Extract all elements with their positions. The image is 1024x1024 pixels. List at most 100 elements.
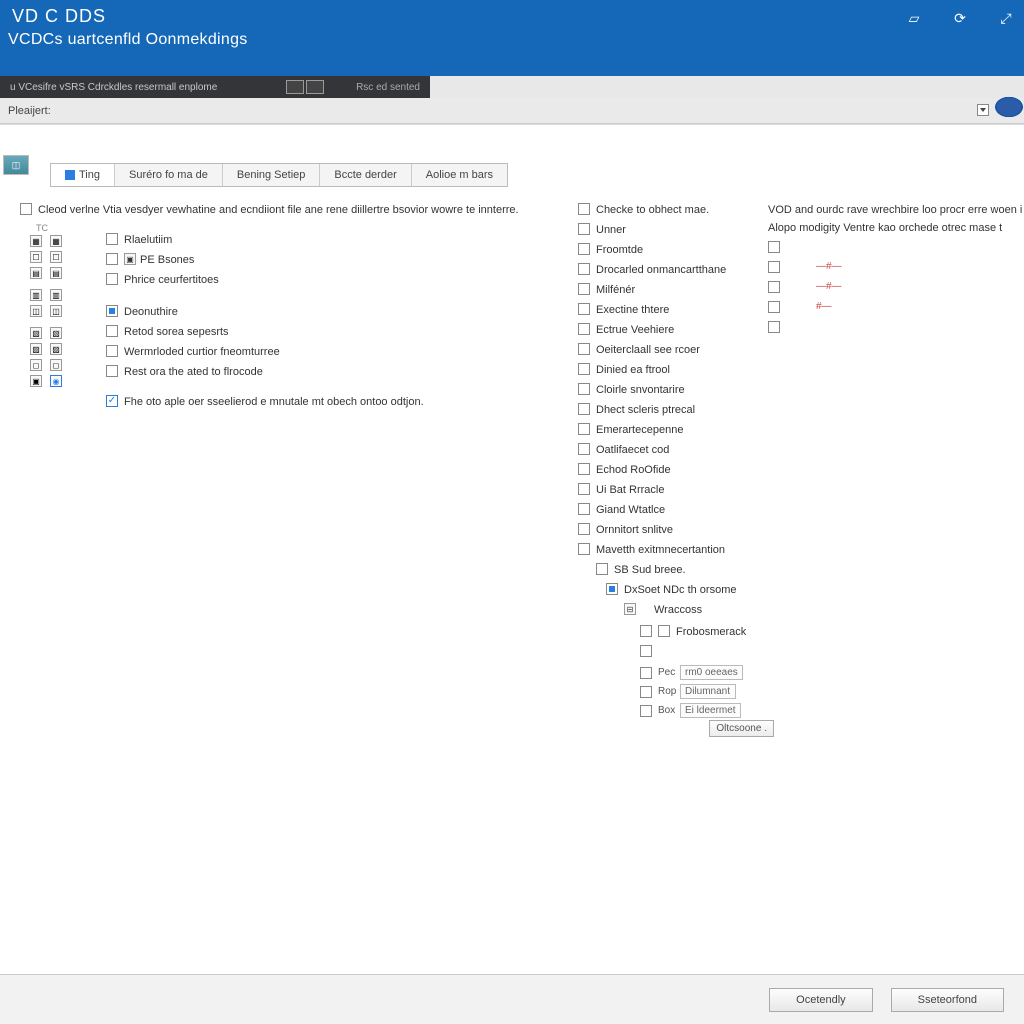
strip-icon[interactable]: ▧ bbox=[50, 327, 62, 339]
checkbox[interactable] bbox=[578, 343, 590, 355]
tab-label: Ting bbox=[79, 169, 100, 181]
strip-icon[interactable]: ◫ bbox=[50, 305, 62, 317]
field-input[interactable]: Dilumnant bbox=[680, 684, 736, 699]
checkbox[interactable] bbox=[578, 223, 590, 235]
sub-button[interactable]: Oltcsoone . bbox=[709, 720, 774, 737]
expand-icon[interactable]: ⤢ bbox=[998, 10, 1014, 26]
refresh-icon[interactable]: ⟳ bbox=[952, 10, 968, 26]
field-input[interactable]: rm0 oeeaes bbox=[680, 665, 743, 680]
strip-icon[interactable]: ◻ bbox=[30, 359, 42, 371]
checkbox[interactable] bbox=[578, 403, 590, 415]
tab-0[interactable]: Ting bbox=[51, 164, 115, 186]
checkbox[interactable] bbox=[578, 483, 590, 495]
checkbox[interactable] bbox=[106, 345, 118, 357]
tab-active-icon bbox=[65, 170, 75, 180]
strip-icon[interactable]: ◻ bbox=[50, 359, 62, 371]
checkbox[interactable] bbox=[578, 243, 590, 255]
tab-label: Aolioe m bars bbox=[426, 169, 493, 181]
item-label: Wermrloded curtior fneomturree bbox=[124, 345, 280, 359]
strip-icon[interactable]: ▣ bbox=[30, 375, 42, 387]
app-title: VD C DDS bbox=[0, 0, 1024, 27]
strip-icon[interactable]: ☐ bbox=[30, 251, 42, 263]
checkbox[interactable] bbox=[106, 365, 118, 377]
checkbox[interactable] bbox=[768, 241, 780, 253]
checkbox[interactable] bbox=[640, 705, 652, 717]
side-tool-icon[interactable]: ◫ bbox=[3, 155, 29, 175]
checkbox[interactable] bbox=[578, 523, 590, 535]
tab-1[interactable]: Suréro fo ma de bbox=[115, 164, 223, 186]
checkbox[interactable] bbox=[658, 625, 670, 637]
strip-icon[interactable]: ◉ bbox=[50, 375, 62, 387]
field-input[interactable]: Ei ldeermet bbox=[680, 703, 741, 718]
checkbox[interactable] bbox=[768, 281, 780, 293]
checkbox[interactable] bbox=[578, 383, 590, 395]
checkbox[interactable] bbox=[578, 463, 590, 475]
checkbox[interactable] bbox=[578, 303, 590, 315]
field-label: Pec bbox=[658, 667, 680, 678]
tab-4[interactable]: Aolioe m bars bbox=[412, 164, 507, 186]
strip-icon[interactable]: ▨ bbox=[30, 343, 42, 355]
checkbox[interactable] bbox=[578, 503, 590, 515]
checkbox[interactable] bbox=[578, 263, 590, 275]
checkbox[interactable] bbox=[768, 261, 780, 273]
checkbox[interactable] bbox=[596, 563, 608, 575]
checkbox[interactable] bbox=[106, 253, 118, 265]
tab-3[interactable]: Bccte derder bbox=[320, 164, 411, 186]
tab-strip-box[interactable] bbox=[286, 80, 304, 94]
tab-strip-box[interactable] bbox=[306, 80, 324, 94]
checkbox[interactable] bbox=[578, 323, 590, 335]
checkbox[interactable] bbox=[578, 543, 590, 555]
footer-button-primary[interactable]: Ocetendly bbox=[769, 988, 873, 1012]
checkbox[interactable] bbox=[640, 625, 652, 637]
dropdown-icon[interactable] bbox=[977, 104, 989, 116]
strip-icon[interactable]: ▥ bbox=[50, 289, 62, 301]
strip-icon[interactable]: ▤ bbox=[50, 267, 62, 279]
column-middle: Checke to obhect mae. UnnerFroomtdeDroca… bbox=[578, 203, 778, 734]
checkbox[interactable] bbox=[20, 203, 32, 215]
strip-icon[interactable]: ◫ bbox=[30, 305, 42, 317]
checkbox[interactable] bbox=[768, 321, 780, 333]
checkbox[interactable] bbox=[640, 645, 652, 657]
checkbox[interactable] bbox=[578, 423, 590, 435]
checkbox[interactable] bbox=[106, 305, 118, 317]
sub-label: Wraccoss bbox=[654, 603, 702, 617]
strip-icon[interactable]: ▨ bbox=[50, 343, 62, 355]
checkbox[interactable] bbox=[106, 233, 118, 245]
tree-icon[interactable]: ⊟ bbox=[624, 603, 636, 615]
column-left: Cleod verlne Vtia vesdyer vewhatine and … bbox=[20, 203, 560, 415]
checkbox[interactable] bbox=[606, 583, 618, 595]
strip-icon[interactable]: ▧ bbox=[30, 327, 42, 339]
strip-icon[interactable]: ▦ bbox=[50, 235, 62, 247]
strip-icon[interactable]: ☐ bbox=[50, 251, 62, 263]
strip-icon[interactable]: ▦ bbox=[30, 235, 42, 247]
checkbox[interactable] bbox=[578, 203, 590, 215]
checkbox[interactable] bbox=[640, 686, 652, 698]
item-label: Unner bbox=[596, 223, 626, 237]
tab-strip-right: Rsc ed sented bbox=[346, 82, 430, 93]
project-label: Pleaijert: bbox=[0, 105, 51, 117]
item-label: Dhect scleris ptrecal bbox=[596, 403, 695, 417]
checkbox[interactable] bbox=[106, 273, 118, 285]
tabs: Ting Suréro fo ma deBening SetiepBccte de… bbox=[50, 163, 508, 187]
checkbox[interactable] bbox=[578, 363, 590, 375]
checkbox[interactable] bbox=[106, 325, 118, 337]
item-label: Froomtde bbox=[596, 243, 643, 257]
checkbox[interactable] bbox=[106, 395, 118, 407]
footer-button-secondary[interactable]: Sseteorfond bbox=[891, 988, 1004, 1012]
sub-check: Frobosmerack bbox=[676, 625, 746, 639]
item-label: Mavetth exitmnecertantion bbox=[596, 543, 725, 557]
checkbox[interactable] bbox=[640, 667, 652, 679]
strip-icon[interactable]: ▥ bbox=[30, 289, 42, 301]
tc-label: TC bbox=[36, 223, 560, 233]
item-label: Retod sorea sepesrts bbox=[124, 325, 229, 339]
window-icon[interactable]: ▱ bbox=[906, 10, 922, 26]
checkbox[interactable] bbox=[578, 283, 590, 295]
checkbox[interactable] bbox=[768, 301, 780, 313]
strip-icon[interactable]: ▤ bbox=[30, 267, 42, 279]
right-line1: VOD and ourdc rave wrechbire loo procr e… bbox=[768, 203, 1024, 217]
item-label: Echod RoOfide bbox=[596, 463, 671, 477]
item-label: Ectrue Veehiere bbox=[596, 323, 674, 337]
sub-item: DxSoet NDc th orsome bbox=[624, 583, 736, 597]
checkbox[interactable] bbox=[578, 443, 590, 455]
tab-2[interactable]: Bening Setiep bbox=[223, 164, 321, 186]
